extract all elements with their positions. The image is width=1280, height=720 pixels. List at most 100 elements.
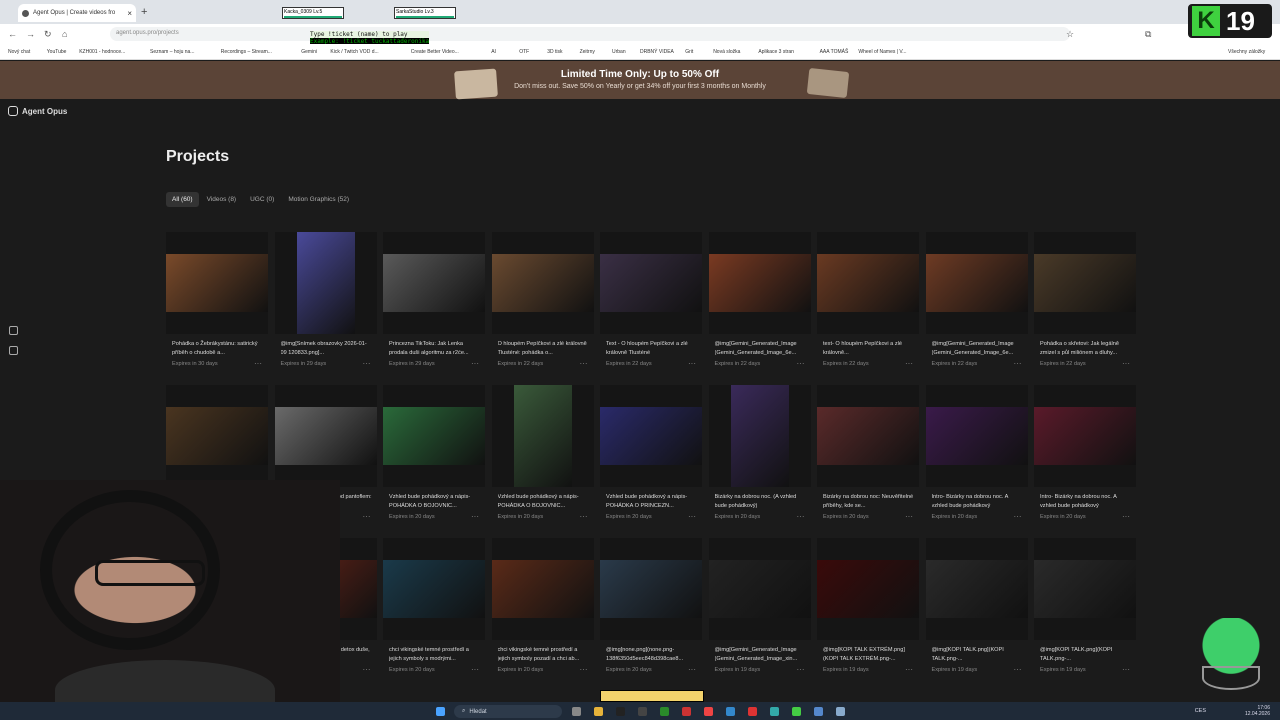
home-icon[interactable]: ⌂ <box>62 29 67 39</box>
address-bar[interactable]: agent.opus.pro/projects <box>110 27 1070 41</box>
bookmark-item[interactable]: Recordings – Stream... <box>221 49 272 55</box>
projects-nav-icon[interactable] <box>9 346 18 355</box>
project-thumbnail[interactable] <box>383 232 485 334</box>
app-icon[interactable] <box>770 707 779 716</box>
more-options-icon[interactable]: ··· <box>363 512 371 521</box>
more-options-icon[interactable]: ··· <box>688 665 696 674</box>
obs-icon[interactable] <box>638 707 647 716</box>
bookmark-item[interactable]: Kick / Twitch VOD d... <box>330 49 378 55</box>
more-options-icon[interactable]: ··· <box>1014 665 1022 674</box>
chrome-icon[interactable] <box>704 707 713 716</box>
bookmark-item[interactable]: Wheel of Names | V... <box>858 49 906 55</box>
more-options-icon[interactable]: ··· <box>905 359 913 368</box>
more-options-icon[interactable]: ··· <box>580 665 588 674</box>
more-options-icon[interactable]: ··· <box>1122 512 1130 521</box>
project-card[interactable]: @img[Gemini_Generated_Image (Gemini_Gene… <box>925 232 1028 385</box>
project-thumbnail[interactable] <box>600 232 702 334</box>
promo-banner[interactable]: Limited Time Only: Up to 50% Off Don't m… <box>0 61 1280 99</box>
project-thumbnail[interactable] <box>491 538 594 640</box>
bookmark-item[interactable]: Všechny záložky <box>1228 49 1265 55</box>
bookmark-item[interactable]: Gemini <box>301 49 317 55</box>
filter-tab[interactable]: UGC (0) <box>244 192 280 207</box>
windows-start-icon[interactable] <box>436 707 445 716</box>
more-options-icon[interactable]: ··· <box>363 359 371 368</box>
more-options-icon[interactable]: ··· <box>688 512 696 521</box>
bookmark-item[interactable]: OTF <box>519 49 529 55</box>
filter-tab[interactable]: Videos (8) <box>201 192 243 207</box>
bookmark-item[interactable]: Seznam – hoju na... <box>150 49 194 55</box>
project-thumbnail[interactable] <box>817 538 919 640</box>
app-icon[interactable] <box>814 707 823 716</box>
new-tab-icon[interactable]: + <box>141 6 147 18</box>
project-thumbnail[interactable] <box>383 385 485 487</box>
clock[interactable]: 17:06 12.04.2026 <box>1245 705 1270 717</box>
project-thumbnail[interactable] <box>274 385 377 487</box>
forward-icon[interactable]: → <box>26 29 35 39</box>
project-thumbnail[interactable] <box>166 232 268 334</box>
project-card[interactable]: Bizárky na dobrou noc: Neuvěřitelné příb… <box>817 385 919 538</box>
project-card[interactable]: Bizárky na dobrou noc. (A vzhled bude po… <box>708 385 811 538</box>
app-icon[interactable] <box>792 707 801 716</box>
project-thumbnail[interactable] <box>817 232 919 334</box>
project-card[interactable]: @img[Snímek obrazovky 2026-01-09 120833.… <box>274 232 377 385</box>
project-thumbnail[interactable] <box>1034 385 1136 487</box>
close-tab-icon[interactable]: × <box>127 9 132 18</box>
bookmark-item[interactable]: Nový chat <box>8 49 30 55</box>
more-options-icon[interactable]: ··· <box>797 359 805 368</box>
filter-tab[interactable]: Motion Graphics (52) <box>282 192 355 207</box>
more-options-icon[interactable]: ··· <box>1122 665 1130 674</box>
project-thumbnail[interactable] <box>817 385 919 487</box>
filter-tab[interactable]: All (60) <box>166 192 199 207</box>
bookmark-item[interactable]: YouTube <box>47 49 67 55</box>
browser-tab[interactable]: Agent Opus | Create videos fro × <box>18 4 136 22</box>
bookmark-item[interactable]: Urban <box>612 49 626 55</box>
more-options-icon[interactable]: ··· <box>797 512 805 521</box>
project-thumbnail[interactable] <box>708 385 811 487</box>
project-card[interactable]: Pohádka o skřetovi: Jak legálně zmizel s… <box>1034 232 1136 385</box>
bookmark-item[interactable]: Create Better Video... <box>411 49 459 55</box>
project-thumbnail[interactable] <box>383 538 485 640</box>
more-options-icon[interactable]: ··· <box>580 359 588 368</box>
project-thumbnail[interactable] <box>1034 538 1136 640</box>
bookmark-item[interactable]: 3D tisk <box>547 49 562 55</box>
project-card[interactable]: @img[Gemini_Generated_Image (Gemini_Gene… <box>708 538 811 691</box>
language-indicator[interactable]: CES <box>1195 708 1206 714</box>
bookmark-item[interactable]: AI <box>491 49 496 55</box>
bookmark-item[interactable]: Zeitrny <box>580 49 595 55</box>
project-card[interactable]: chci vikingské temné prostředí a jejich … <box>491 538 594 691</box>
more-options-icon[interactable]: ··· <box>1014 359 1022 368</box>
reload-icon[interactable]: ↻ <box>44 29 52 40</box>
project-thumbnail[interactable] <box>166 385 268 487</box>
project-card[interactable]: Vzhled bude pohádkový a nápis- POHÁDKA O… <box>491 385 594 538</box>
project-thumbnail[interactable] <box>925 385 1028 487</box>
project-thumbnail[interactable] <box>491 232 594 334</box>
more-options-icon[interactable]: ··· <box>688 359 696 368</box>
project-thumbnail[interactable] <box>925 538 1028 640</box>
project-card[interactable]: @img[KOPI TALK.png](KOPI TALK.png-... Exp… <box>925 538 1028 691</box>
project-card[interactable]: chci vikingské temné prostředí a jejich … <box>383 538 485 691</box>
bookmark-item[interactable]: Nová složka <box>713 49 740 55</box>
more-options-icon[interactable]: ··· <box>580 512 588 521</box>
bookmark-item[interactable]: AAA TOMÁŠ <box>820 49 849 55</box>
project-thumbnail[interactable] <box>708 232 811 334</box>
project-card[interactable]: @img[Gemini_Generated_Image (Gemini_Gene… <box>708 232 811 385</box>
project-thumbnail[interactable] <box>600 385 702 487</box>
project-card[interactable]: Vzhled bude pohádkový a nápis- POHÁDKA O… <box>383 385 485 538</box>
project-card[interactable]: Pohádka o Žebrákystánu: satirický příběh… <box>166 232 268 385</box>
opera-icon[interactable] <box>748 707 757 716</box>
project-thumbnail[interactable] <box>274 232 377 334</box>
app-icon[interactable] <box>682 707 691 716</box>
bookmark-item[interactable]: Grit <box>685 49 693 55</box>
project-thumbnail[interactable] <box>600 538 702 640</box>
steam-icon[interactable] <box>836 707 845 716</box>
more-options-icon[interactable]: ··· <box>905 665 913 674</box>
xbox-icon[interactable] <box>660 707 669 716</box>
file-explorer-icon[interactable] <box>594 707 603 716</box>
more-options-icon[interactable]: ··· <box>797 665 805 674</box>
more-options-icon[interactable]: ··· <box>363 665 371 674</box>
more-options-icon[interactable]: ··· <box>1122 359 1130 368</box>
bookmark-item[interactable]: KZH001 - hodnoce... <box>79 49 125 55</box>
taskbar-search[interactable]: ⌕ Hledat <box>454 705 562 718</box>
project-thumbnail[interactable] <box>491 385 594 487</box>
back-icon[interactable]: ← <box>8 29 17 39</box>
